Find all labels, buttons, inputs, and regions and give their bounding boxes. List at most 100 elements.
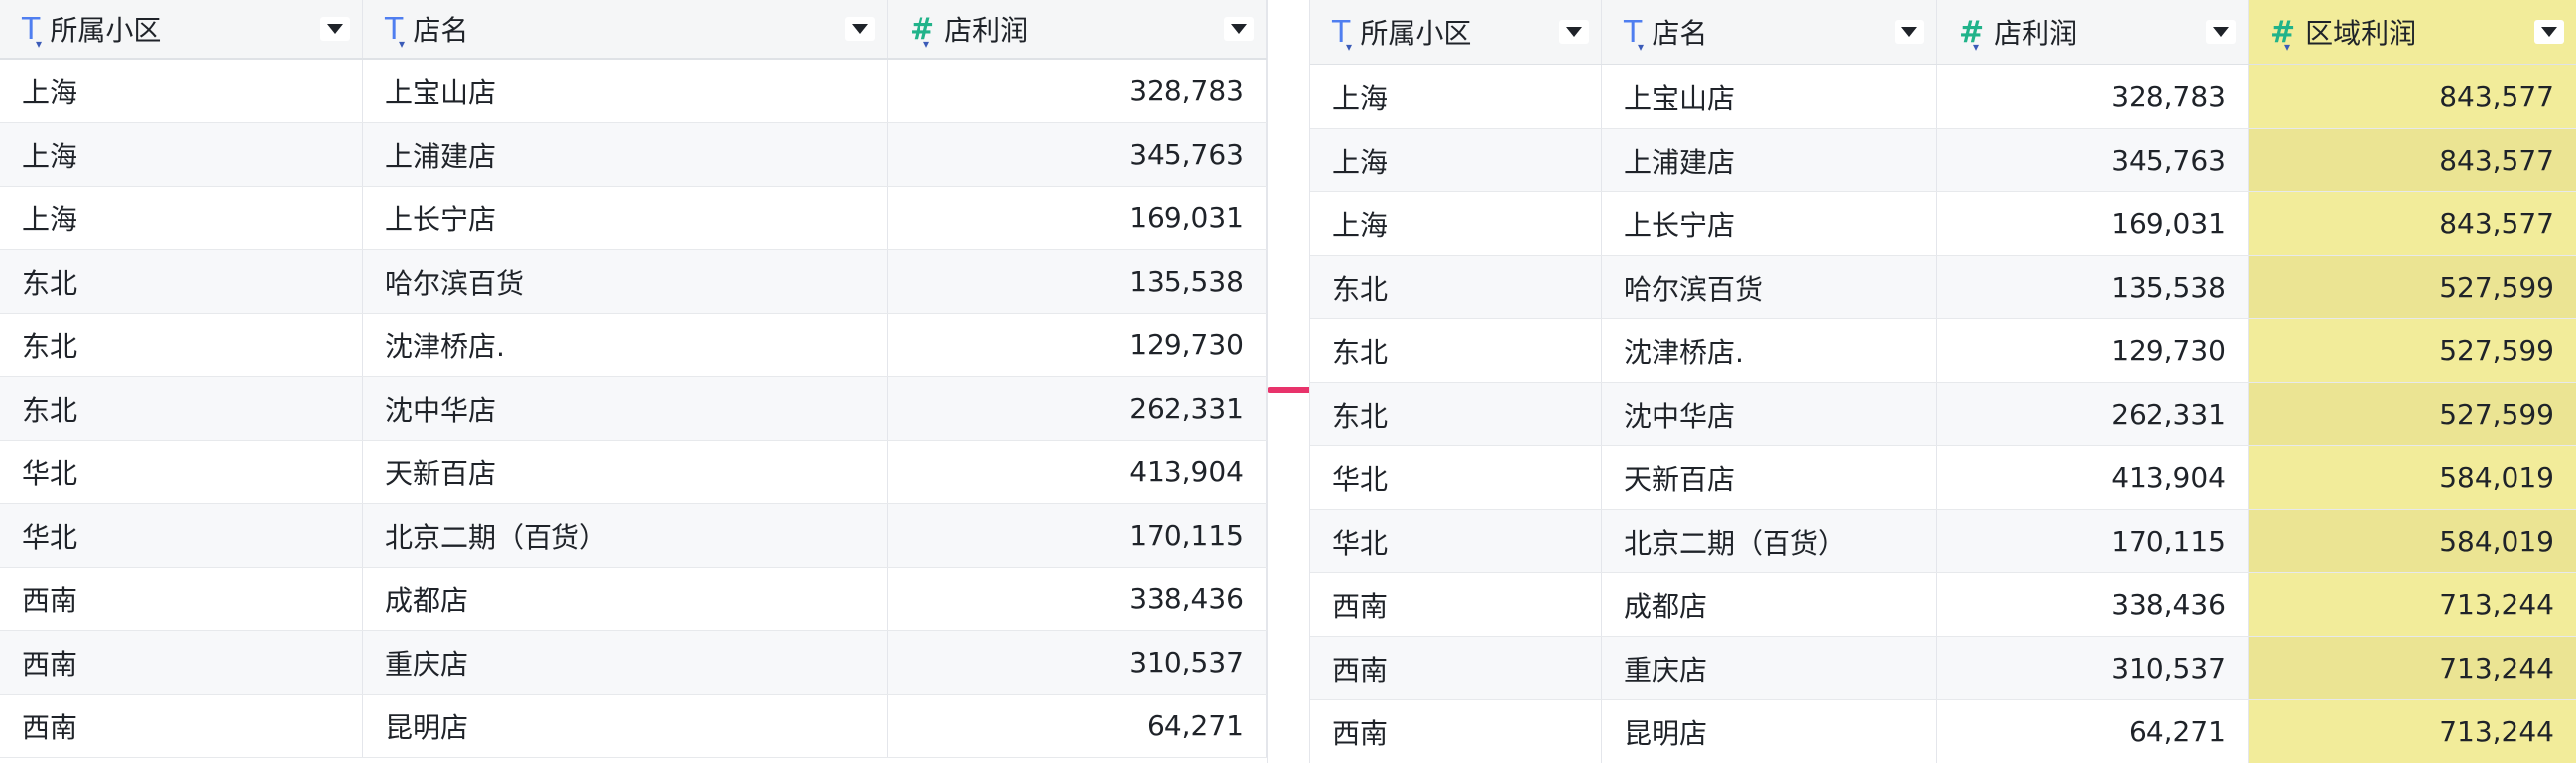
table-cell[interactable]: 64,271 (1937, 700, 2249, 763)
column-header-3[interactable]: # ▾ 区域利润 (2249, 0, 2576, 64)
table-cell[interactable]: 170,115 (888, 504, 1267, 567)
table-cell[interactable]: 华北 (1310, 510, 1602, 572)
table-cell[interactable]: 沈津桥店. (1602, 319, 1937, 382)
table-cell[interactable]: 北京二期（百货） (363, 504, 888, 567)
table-cell[interactable]: 169,031 (888, 187, 1267, 249)
table-cell[interactable]: 713,244 (2249, 573, 2576, 636)
table-cell[interactable]: 东北 (0, 314, 363, 376)
table-cell[interactable]: 上海 (0, 187, 363, 249)
table-cell[interactable]: 584,019 (2249, 510, 2576, 572)
table-cell[interactable]: 西南 (1310, 637, 1602, 699)
table-cell[interactable]: 东北 (1310, 256, 1602, 318)
table-cell[interactable]: 135,538 (1937, 256, 2249, 318)
column-label: 店名 (413, 14, 469, 47)
table-cell[interactable]: 上海 (0, 123, 363, 186)
table-cell[interactable]: 西南 (0, 568, 363, 630)
table-cell[interactable]: 上浦建店 (363, 123, 888, 186)
table-cell[interactable]: 310,537 (1937, 637, 2249, 699)
table-cell[interactable]: 345,763 (888, 123, 1267, 186)
table-cell[interactable]: 上海 (1310, 129, 1602, 191)
table-row: 西南 成都店 338,436 713,244 (1310, 573, 2576, 637)
table-cell[interactable]: 129,730 (1937, 319, 2249, 382)
table-cell[interactable]: 413,904 (888, 441, 1267, 503)
chevron-down-icon[interactable] (2534, 20, 2564, 44)
table-cell[interactable]: 713,244 (2249, 700, 2576, 763)
table-cell[interactable]: 西南 (1310, 573, 1602, 636)
chevron-down-icon[interactable] (320, 17, 350, 41)
table-cell[interactable]: 东北 (1310, 383, 1602, 445)
table-cell[interactable]: 西南 (0, 695, 363, 757)
table-cell[interactable]: 262,331 (888, 377, 1267, 440)
table-cell[interactable]: 527,599 (2249, 319, 2576, 382)
chevron-down-icon[interactable] (1559, 20, 1589, 44)
table-cell[interactable]: 上长宁店 (363, 187, 888, 249)
table-cell[interactable]: 上海 (1310, 65, 1602, 128)
table-cell[interactable]: 584,019 (2249, 446, 2576, 509)
table-cell[interactable]: 北京二期（百货） (1602, 510, 1937, 572)
column-header-1[interactable]: T ▾ 店名 (1602, 0, 1937, 64)
table-cell[interactable]: 沈中华店 (1602, 383, 1937, 445)
table-cell[interactable]: 310,537 (888, 631, 1267, 694)
table-cell[interactable]: 527,599 (2249, 383, 2576, 445)
table-row: 上海 上长宁店 169,031 843,577 (1310, 192, 2576, 256)
table-cell[interactable]: 昆明店 (1602, 700, 1937, 763)
table-cell[interactable]: 338,436 (1937, 573, 2249, 636)
table-cell[interactable]: 843,577 (2249, 65, 2576, 128)
table-cell[interactable]: 成都店 (1602, 573, 1937, 636)
table-cell[interactable]: 东北 (1310, 319, 1602, 382)
table-cell[interactable]: 413,904 (1937, 446, 2249, 509)
table-cell[interactable]: 东北 (0, 250, 363, 313)
table-cell[interactable]: 昆明店 (363, 695, 888, 757)
table-cell[interactable]: 328,783 (888, 60, 1267, 122)
table-cell[interactable]: 华北 (1310, 446, 1602, 509)
table-cell[interactable]: 345,763 (1937, 129, 2249, 191)
table-cell[interactable]: 西南 (0, 631, 363, 694)
column-header-2[interactable]: # ▾ 店利润 (1937, 0, 2249, 64)
column-header-1[interactable]: T ▾ 店名 (363, 0, 888, 58)
table-cell[interactable]: 华北 (0, 504, 363, 567)
table-cell[interactable]: 重庆店 (1602, 637, 1937, 699)
table-row: 华北 北京二期（百货） 170,115 (0, 504, 1267, 568)
table-row: 东北 沈中华店 262,331 (0, 377, 1267, 441)
table-cell[interactable]: 169,031 (1937, 192, 2249, 255)
table-cell[interactable]: 哈尔滨百货 (1602, 256, 1937, 318)
table-cell[interactable]: 713,244 (2249, 637, 2576, 699)
column-header-2[interactable]: # ▾ 店利润 (888, 0, 1267, 58)
number-type-icon: # ▾ (1959, 14, 1985, 54)
chevron-down-icon[interactable] (2206, 20, 2236, 44)
table-cell[interactable]: 东北 (0, 377, 363, 440)
table-cell[interactable]: 129,730 (888, 314, 1267, 376)
chevron-down-icon[interactable] (1895, 20, 1924, 44)
table-cell[interactable]: 上宝山店 (363, 60, 888, 122)
table-cell[interactable]: 上浦建店 (1602, 129, 1937, 191)
chevron-down-icon[interactable] (1224, 17, 1254, 41)
table-cell[interactable]: 上海 (0, 60, 363, 122)
table-cell[interactable]: 天新百店 (1602, 446, 1937, 509)
column-header-0[interactable]: T ▾ 所属小区 (1310, 0, 1602, 64)
table-header: T ▾ 所属小区 T ▾ 店名 # ▾ 店利润 (0, 0, 1267, 60)
table-cell[interactable]: 天新百店 (363, 441, 888, 503)
table-cell[interactable]: 沈中华店 (363, 377, 888, 440)
table-cell[interactable]: 华北 (0, 441, 363, 503)
table-cell[interactable]: 328,783 (1937, 65, 2249, 128)
table-cell[interactable]: 338,436 (888, 568, 1267, 630)
table-cell[interactable]: 西南 (1310, 700, 1602, 763)
table-cell[interactable]: 哈尔滨百货 (363, 250, 888, 313)
table-cell[interactable]: 上宝山店 (1602, 65, 1937, 128)
table-cell[interactable]: 重庆店 (363, 631, 888, 694)
table-cell[interactable]: 沈津桥店. (363, 314, 888, 376)
column-label: 店名 (1652, 17, 1708, 50)
column-header-0[interactable]: T ▾ 所属小区 (0, 0, 363, 58)
table-cell[interactable]: 成都店 (363, 568, 888, 630)
table-row: 华北 北京二期（百货） 170,115 584,019 (1310, 510, 2576, 573)
table-cell[interactable]: 170,115 (1937, 510, 2249, 572)
table-cell[interactable]: 上海 (1310, 192, 1602, 255)
table-cell[interactable]: 64,271 (888, 695, 1267, 757)
table-cell[interactable]: 135,538 (888, 250, 1267, 313)
table-cell[interactable]: 上长宁店 (1602, 192, 1937, 255)
table-cell[interactable]: 527,599 (2249, 256, 2576, 318)
chevron-down-icon[interactable] (845, 17, 875, 41)
table-cell[interactable]: 843,577 (2249, 129, 2576, 191)
table-cell[interactable]: 843,577 (2249, 192, 2576, 255)
table-cell[interactable]: 262,331 (1937, 383, 2249, 445)
